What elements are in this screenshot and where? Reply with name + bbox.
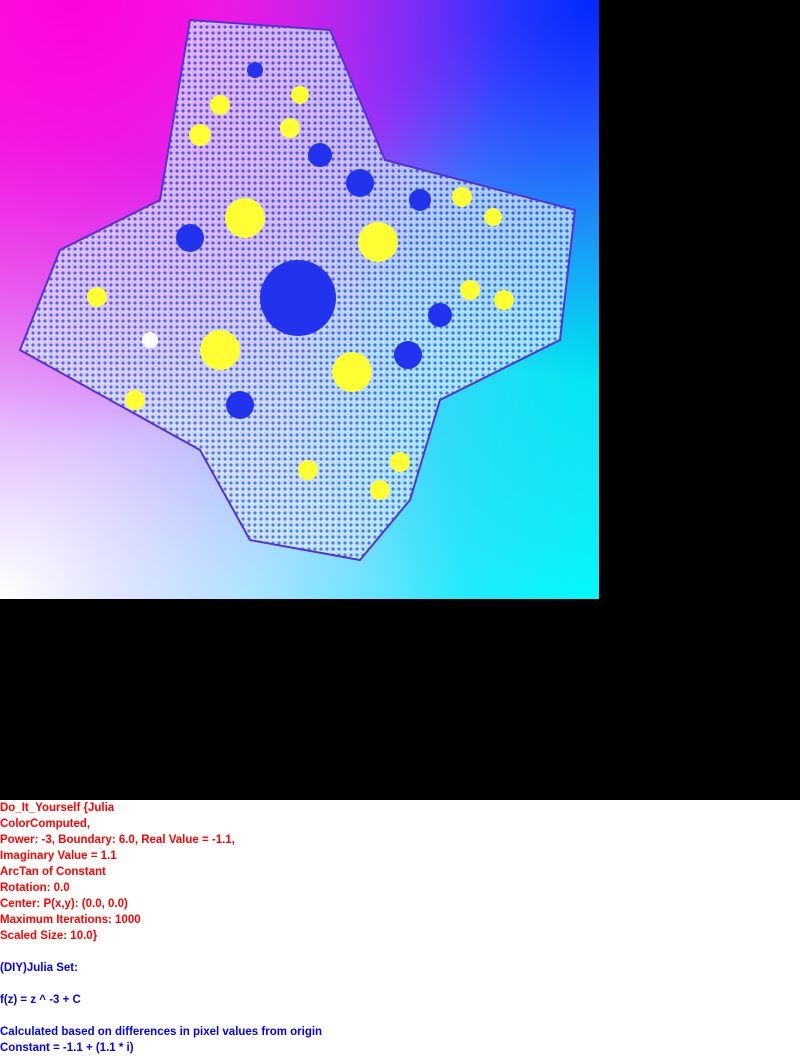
param-line-power: Power: -3, Boundary: 6.0, Real Value = -…	[0, 834, 235, 846]
julia-fractal-image	[0, 0, 599, 599]
render-canvas	[0, 0, 800, 800]
param-line-imaginary: Imaginary Value = 1.1	[0, 850, 117, 862]
set-title: (DIY)Julia Set:	[0, 962, 78, 974]
formula-text: f(z) = z ^ -3 + C	[0, 994, 81, 1006]
param-line-scaled-size: Scaled Size: 10.0}	[0, 930, 98, 942]
fractal-info-panel: Do_It_Yourself {Julia ColorComputed, Pow…	[0, 800, 800, 1056]
constant-text: Constant = -1.1 + (1.1 * i)	[0, 1042, 134, 1054]
param-line-center: Center: P(x,y): (0.0, 0.0)	[0, 898, 128, 910]
param-line-max-iterations: Maximum Iterations: 1000	[0, 914, 141, 926]
param-line-arctan: ArcTan of Constant	[0, 866, 106, 878]
param-line-rotation: Rotation: 0.0	[0, 882, 70, 894]
param-line-color-mode: ColorComputed,	[0, 818, 91, 830]
param-line-formula-name: Do_It_Yourself {Julia	[0, 802, 115, 814]
method-text: Calculated based on differences in pixel…	[0, 1026, 323, 1038]
fractal-shape	[18, 18, 577, 562]
